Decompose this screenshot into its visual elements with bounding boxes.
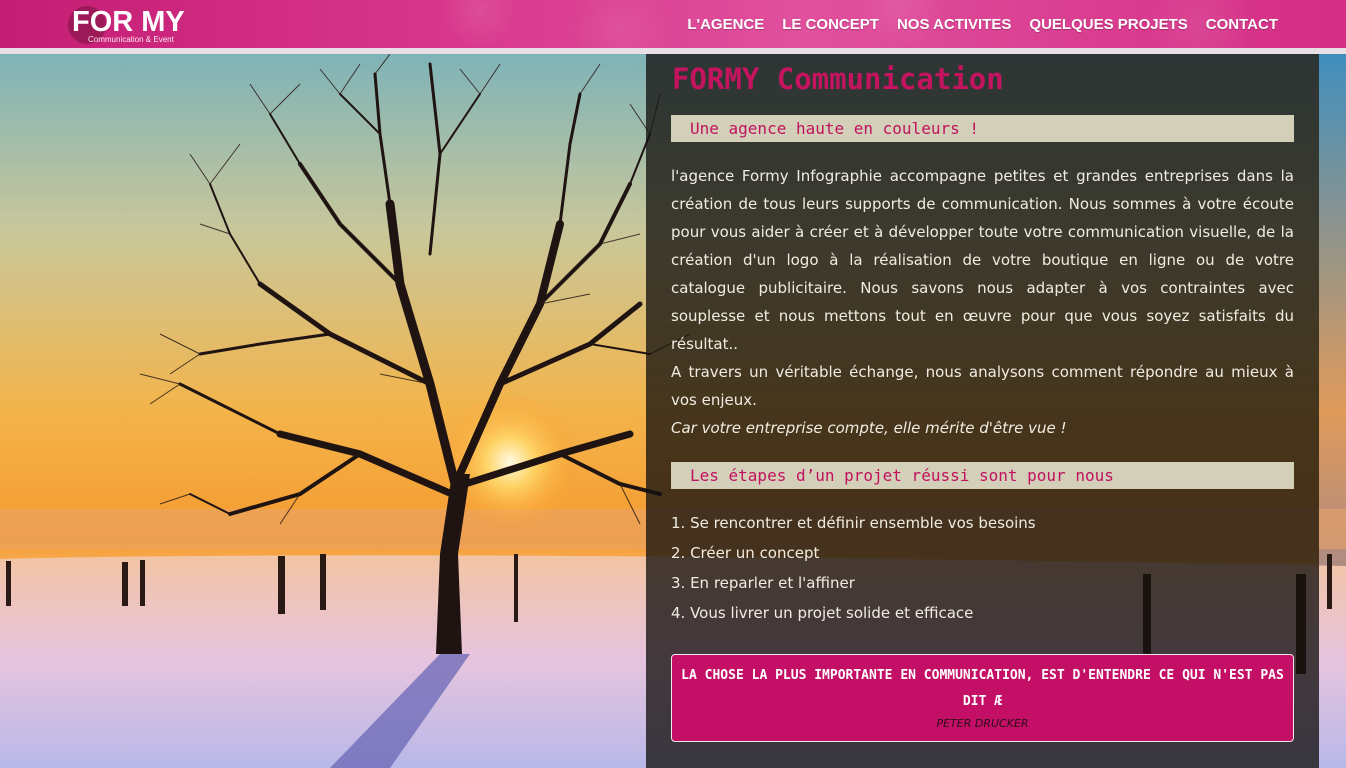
paragraph-intro: l'agence Formy Infographie accompagne pe… <box>671 167 1294 353</box>
nav-item-agence[interactable]: L'AGENCE <box>687 16 764 33</box>
nav-item-contact[interactable]: CONTACT <box>1206 16 1278 33</box>
agency-description: l'agence Formy Infographie accompagne pe… <box>671 162 1294 442</box>
step-item: 3. En reparler et l'affiner <box>671 574 855 592</box>
step-item: 2. Créer un concept <box>671 544 820 562</box>
header-divider <box>0 48 1346 54</box>
section-heading-agency: Une agence haute en couleurs ! <box>671 115 1294 142</box>
site-logo[interactable]: FOR MY Communication & Event <box>68 4 202 46</box>
section-heading-steps: Les étapes d’un projet réussi sont pour … <box>671 462 1294 489</box>
quote-text: LA CHOSE LA PLUS IMPORTANTE EN COMMUNICA… <box>681 668 1284 709</box>
page-title: FORMY Communication <box>672 62 1004 96</box>
paragraph-exchange: A travers un véritable échange, nous ana… <box>671 363 1294 409</box>
content-panel: FORMY Communication Une agence haute en … <box>646 54 1319 768</box>
tagline: Car votre entreprise compte, elle mérite… <box>671 419 1067 437</box>
logo-subtitle: Communication & Event <box>88 35 174 44</box>
quote-box: LA CHOSE LA PLUS IMPORTANTE EN COMMUNICA… <box>671 654 1294 742</box>
main-nav: L'AGENCE LE CONCEPT NOS ACTIVITES QUELQU… <box>687 16 1278 33</box>
steps-list: 1. Se rencontrer et définir ensemble vos… <box>671 508 1294 628</box>
quote-author: PETER DRUCKER <box>936 717 1029 730</box>
nav-item-projets[interactable]: QUELQUES PROJETS <box>1029 16 1187 33</box>
nav-item-concept[interactable]: LE CONCEPT <box>782 16 879 33</box>
step-item: 4. Vous livrer un projet solide et effic… <box>671 604 974 622</box>
step-item: 1. Se rencontrer et définir ensemble vos… <box>671 514 1036 532</box>
nav-item-activites[interactable]: NOS ACTIVITES <box>897 16 1011 33</box>
